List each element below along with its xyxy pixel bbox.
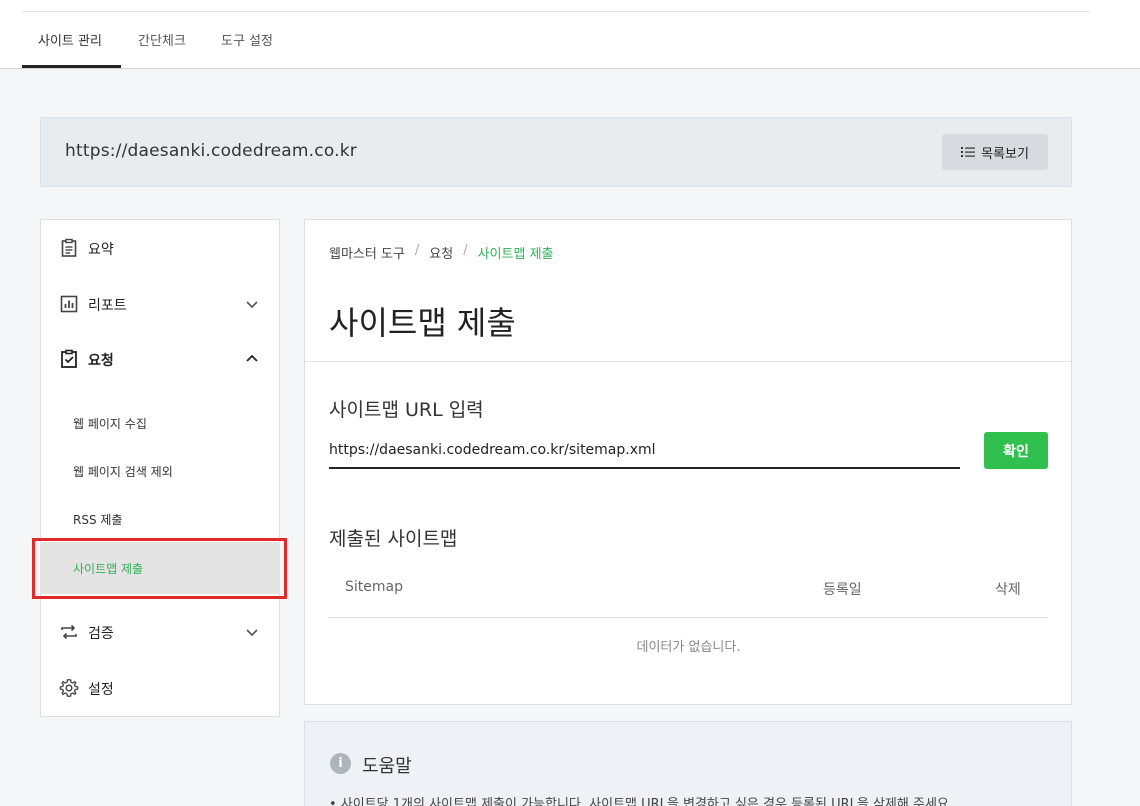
top-divider	[22, 11, 1090, 12]
sidebar-subitem-page-collect[interactable]: 웹 페이지 수집	[41, 403, 279, 443]
help-text: • 사이트당 1개의 사이트맵 제출이 가능합니다. 사이트맵 URL을 변경하…	[329, 797, 953, 806]
chevron-down-icon	[246, 301, 258, 309]
sidebar: 요약 리포트 요청 웹 페이지 수집 웹 페이지 검색 제외 RSS 제출 사이…	[40, 219, 280, 717]
list-icon	[961, 147, 976, 157]
top-tab-bar: 사이트 관리 간단체크 도구 설정	[0, 0, 1140, 69]
site-url-bar: https://daesanki.codedream.co.kr 목록보기	[40, 117, 1072, 187]
highlight-annotation	[32, 538, 287, 599]
tab-tool-settings[interactable]: 도구 설정	[221, 30, 273, 49]
sidebar-item-label: 설정	[88, 682, 114, 698]
site-url: https://daesanki.codedream.co.kr	[65, 141, 357, 161]
info-icon: i	[330, 753, 351, 774]
sidebar-subitem-page-exclude[interactable]: 웹 페이지 검색 제외	[41, 451, 279, 491]
page-title: 사이트맵 제출	[329, 304, 516, 342]
breadcrumb-current: 사이트맵 제출	[477, 247, 554, 262]
sidebar-item-report[interactable]: 리포트	[41, 284, 279, 324]
sitemap-url-input[interactable]	[329, 433, 960, 469]
sidebar-item-label: 리포트	[88, 298, 127, 314]
breadcrumb-request[interactable]: 요청	[429, 243, 453, 262]
help-panel: i 도움말 • 사이트당 1개의 사이트맵 제출이 가능합니다. 사이트맵 UR…	[304, 721, 1072, 806]
help-title: 도움말	[362, 756, 412, 777]
breadcrumb-webmaster-tools[interactable]: 웹마스터 도구	[329, 243, 405, 262]
breadcrumb-separator: /	[414, 243, 420, 258]
sidebar-item-verify[interactable]: 검증	[41, 612, 279, 652]
gear-icon	[59, 679, 79, 697]
active-tab-indicator	[22, 65, 121, 68]
sidebar-item-label: 검증	[88, 626, 114, 642]
breadcrumb: 웹마스터 도구 / 요청 / 사이트맵 제출	[329, 243, 554, 262]
sidebar-item-settings[interactable]: 설정	[41, 668, 279, 708]
confirm-button[interactable]: 확인	[984, 432, 1048, 469]
list-view-button[interactable]: 목록보기	[942, 134, 1048, 170]
chevron-up-icon	[246, 354, 258, 362]
clipboard-check-icon	[61, 349, 77, 368]
sidebar-item-request[interactable]: 요청	[41, 339, 279, 379]
tab-site-management[interactable]: 사이트 관리	[38, 30, 102, 49]
sidebar-subitem-label: RSS 제출	[73, 513, 123, 527]
sidebar-subitem-label: 웹 페이지 검색 제외	[73, 465, 173, 479]
sitemap-input-title: 사이트맵 URL 입력	[329, 399, 484, 421]
bar-chart-icon	[60, 295, 78, 313]
sidebar-item-label: 요약	[88, 242, 114, 258]
sidebar-subitem-label: 웹 페이지 수집	[73, 417, 147, 431]
section-divider	[305, 361, 1071, 362]
repeat-icon	[61, 624, 77, 640]
sidebar-subitem-rss-submit[interactable]: RSS 제출	[41, 499, 279, 539]
sidebar-item-label: 요청	[88, 353, 114, 369]
clipboard-icon	[61, 238, 77, 257]
empty-state-text: 데이터가 없습니다.	[636, 640, 741, 655]
column-header-sitemap: Sitemap	[345, 579, 403, 595]
submitted-sitemaps-title: 제출된 사이트맵	[329, 528, 458, 550]
column-header-delete: 삭제	[995, 582, 1021, 598]
breadcrumb-separator: /	[463, 243, 468, 258]
list-view-label: 목록보기	[981, 146, 1029, 162]
table-header-divider	[329, 617, 1048, 618]
chevron-down-icon	[246, 629, 258, 637]
column-header-registered-date: 등록일	[823, 582, 862, 598]
tab-quick-check[interactable]: 간단체크	[138, 30, 186, 49]
main-panel: 웹마스터 도구 / 요청 / 사이트맵 제출 사이트맵 제출 사이트맵 URL …	[304, 219, 1072, 705]
sidebar-item-summary[interactable]: 요약	[41, 228, 279, 268]
